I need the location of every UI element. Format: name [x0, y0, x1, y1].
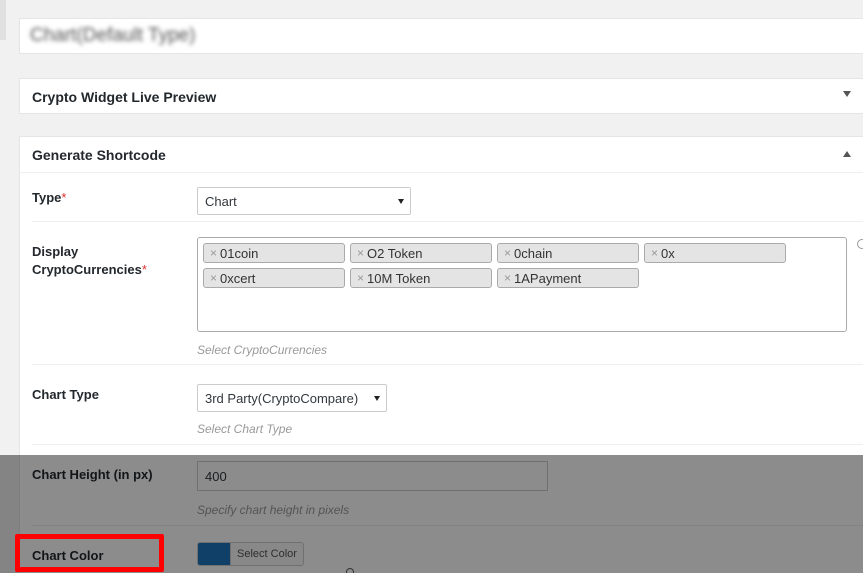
chart-title-box[interactable]: Chart(Default Type) [19, 18, 863, 54]
currencies-label: Display CryptoCurrencies* [32, 244, 147, 277]
currency-tag-0chain[interactable]: × 0chain [497, 243, 639, 263]
generate-shortcode-panel: Generate Shortcode Type* Chart Display C… [19, 136, 863, 573]
left-edge-bar [0, 0, 6, 40]
select-color-button[interactable]: Select Color [197, 542, 304, 566]
live-preview-panel: Crypto Widget Live Preview [19, 78, 863, 114]
type-select[interactable]: Chart [197, 187, 411, 215]
chevron-down-icon[interactable] [843, 91, 851, 97]
chart-color-label: Chart Color [32, 548, 104, 563]
dropdown-arrow-icon [374, 396, 380, 401]
chart-type-row: Chart Type 3rd Party(CryptoCompare) Sele… [32, 365, 863, 445]
chart-type-select-value: 3rd Party(CryptoCompare) [205, 390, 359, 406]
currency-tag-01coin[interactable]: × 01coin [203, 243, 345, 263]
chart-type-description: Select Chart Type [197, 422, 293, 436]
remove-tag-icon[interactable]: × [357, 246, 364, 260]
chart-color-row: Chart Color Select Color [32, 526, 863, 573]
remove-tag-icon[interactable]: × [504, 271, 511, 285]
currencies-description: Select CryptoCurrencies [197, 343, 328, 357]
type-row: Type* Chart [32, 173, 863, 222]
help-circle-icon [857, 239, 863, 249]
color-swatch [198, 543, 230, 565]
dropdown-arrow-icon [398, 199, 404, 204]
chart-type-select[interactable]: 3rd Party(CryptoCompare) [197, 384, 387, 412]
chart-type-label: Chart Type [32, 387, 99, 402]
currency-tag-o2-token[interactable]: × O2 Token [350, 243, 492, 263]
chart-height-input[interactable]: 400 [197, 461, 548, 491]
currency-tag-0xcert[interactable]: × 0xcert [203, 268, 345, 288]
currencies-row: Display CryptoCurrencies* × 01coin × O2 To… [32, 222, 863, 365]
remove-tag-icon[interactable]: × [651, 246, 658, 260]
generate-shortcode-header[interactable]: Generate Shortcode [20, 137, 863, 173]
currency-tag-1apayment[interactable]: × 1APayment [497, 268, 639, 288]
currencies-multiselect[interactable]: × 01coin × O2 Token × 0chain × 0x × 0xcert × 1… [197, 237, 847, 332]
live-preview-title: Crypto Widget Live Preview [32, 89, 217, 105]
remove-tag-icon[interactable]: × [357, 271, 364, 285]
type-label: Type* [32, 190, 67, 205]
select-color-label: Select Color [230, 543, 303, 565]
chart-title-text: Chart(Default Type) [30, 25, 196, 46]
type-select-value: Chart [205, 193, 237, 209]
remove-tag-icon[interactable]: × [210, 271, 217, 285]
generate-shortcode-title: Generate Shortcode [32, 146, 166, 163]
remove-tag-icon[interactable]: × [504, 246, 511, 260]
currency-tag-10m-token[interactable]: × 10M Token [350, 268, 492, 288]
chart-height-row: Chart Height (in px) 400 Specify chart h… [32, 445, 863, 526]
currency-tag-0x[interactable]: × 0x [644, 243, 786, 263]
chevron-up-icon[interactable] [843, 151, 851, 157]
live-preview-header[interactable]: Crypto Widget Live Preview [20, 79, 863, 115]
remove-tag-icon[interactable]: × [210, 246, 217, 260]
cursor-icon [346, 568, 354, 573]
chart-height-description: Specify chart height in pixels [197, 503, 350, 517]
chart-height-label: Chart Height (in px) [32, 467, 153, 482]
